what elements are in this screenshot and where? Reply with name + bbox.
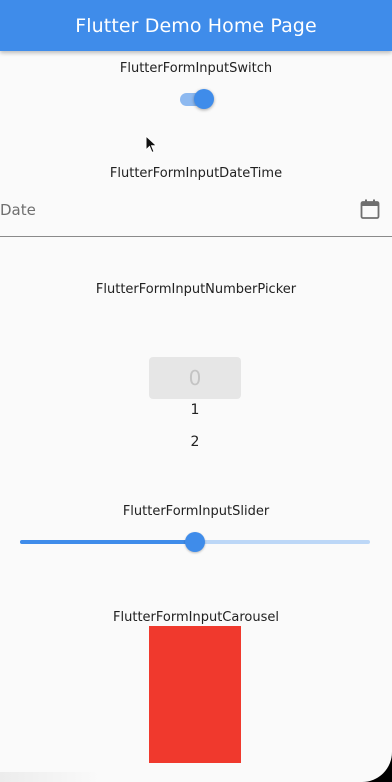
- app-screen: Flutter Demo Home Page FlutterFormInputS…: [0, 0, 392, 782]
- date-input-field[interactable]: Date: [0, 192, 392, 237]
- slider-label: FlutterFormInputSlider: [122, 504, 270, 519]
- datetime-label: FlutterFormInputDateTime: [109, 166, 283, 181]
- form-slider[interactable]: [20, 530, 370, 554]
- carousel-item[interactable]: [149, 626, 241, 763]
- slider-active-track: [20, 540, 195, 544]
- bottom-edge-shadow: [0, 772, 100, 782]
- carousel-label: FlutterFormInputCarousel: [113, 610, 279, 625]
- switch-thumb: [194, 89, 214, 109]
- form-switch[interactable]: [178, 88, 214, 110]
- slider-thumb[interactable]: [185, 532, 205, 552]
- number-picker-option[interactable]: 2: [149, 434, 241, 450]
- number-picker-selected-value: 0: [188, 366, 202, 390]
- number-picker-selected-box[interactable]: 0: [149, 357, 241, 399]
- switch-label: FlutterFormInputSwitch: [119, 61, 273, 76]
- number-picker-option[interactable]: 1: [149, 402, 241, 418]
- app-bar-title: Flutter Demo Home Page: [75, 14, 317, 37]
- mouse-cursor-icon: [145, 135, 158, 154]
- date-placeholder: Date: [0, 201, 36, 219]
- calendar-icon[interactable]: [359, 198, 381, 220]
- app-bar: Flutter Demo Home Page: [0, 0, 392, 51]
- number-picker-label: FlutterFormInputNumberPicker: [95, 282, 297, 297]
